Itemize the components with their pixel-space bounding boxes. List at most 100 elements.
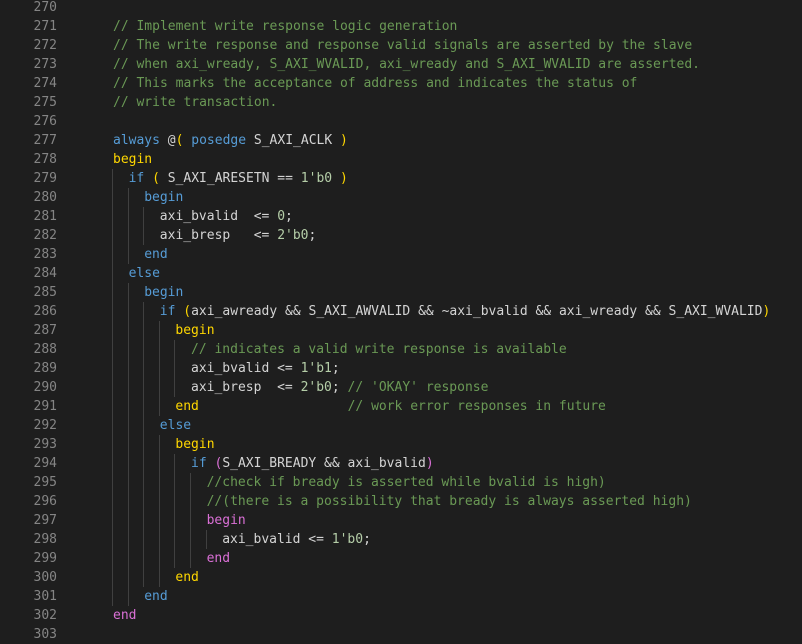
- line-number: 300: [33, 570, 57, 585]
- code-line[interactable]: 299 end: [0, 549, 802, 568]
- line-number: 297: [33, 513, 57, 528]
- code-text: end: [207, 549, 230, 568]
- code-token: S_AXI_ACLK: [246, 133, 340, 148]
- code-token: 1'b0: [300, 171, 333, 186]
- code-line[interactable]: 294 if (S_AXI_BREADY && axi_bvalid): [0, 454, 802, 473]
- code-line[interactable]: 281 axi_bvalid <= 0;: [0, 207, 802, 226]
- code-line[interactable]: 286 if (axi_awready && S_AXI_AWVALID && ~…: [0, 302, 802, 321]
- code-line[interactable]: 293 begin: [0, 435, 802, 454]
- code-line[interactable]: 274 // This marks the acceptance of addre…: [0, 74, 802, 93]
- code-text: end: [144, 587, 167, 606]
- code-line[interactable]: 277 always @( posedge S_AXI_ACLK ): [0, 131, 802, 150]
- code-token: if: [128, 171, 145, 186]
- code-text: begin: [144, 188, 183, 207]
- code-line[interactable]: 303: [0, 625, 802, 644]
- code-line[interactable]: 284 else: [0, 264, 802, 283]
- code-line[interactable]: 270: [0, 0, 802, 17]
- code-token: end: [144, 589, 168, 604]
- line-number: 274: [33, 76, 57, 91]
- code-line[interactable]: 273 // when axi_wready, S_AXI_WVALID, axi…: [0, 55, 802, 74]
- code-token: end: [175, 399, 199, 414]
- code-token: begin: [144, 285, 184, 300]
- code-line[interactable]: 278 begin: [0, 150, 802, 169]
- code-text: end // work error responses in future: [175, 397, 605, 416]
- line-number: 275: [33, 95, 57, 110]
- code-line[interactable]: 295 //check if bready is asserted while b…: [0, 473, 802, 492]
- code-line[interactable]: 298 axi_bvalid <= 1'b0;: [0, 530, 802, 549]
- line-number: 290: [33, 380, 57, 395]
- code-token: if: [159, 304, 176, 319]
- code-token: begin: [113, 152, 153, 167]
- line-number: 293: [33, 437, 57, 452]
- line-number: 277: [33, 133, 57, 148]
- code-editor[interactable]: 270 271 // Implement write response logic …: [0, 0, 802, 642]
- line-number: 302: [33, 608, 57, 623]
- code-line[interactable]: 287 begin: [0, 321, 802, 340]
- line-number: 281: [33, 209, 57, 224]
- code-text: // indicates a valid write response is a…: [191, 340, 567, 359]
- code-token: else: [159, 418, 192, 433]
- code-text: else: [129, 264, 160, 283]
- line-number: 284: [33, 266, 57, 281]
- code-token: end: [175, 570, 199, 585]
- code-token: ): [339, 171, 348, 186]
- code-line[interactable]: 275 // write transaction.: [0, 93, 802, 112]
- code-text: begin: [207, 511, 246, 530]
- code-text: if (axi_awready && S_AXI_AWVALID && ~axi…: [160, 302, 771, 321]
- line-number: 271: [33, 19, 57, 34]
- code-token: // This marks the acceptance of address …: [113, 76, 638, 91]
- code-text: //check if bready is asserted while bval…: [207, 473, 606, 492]
- code-token: 2'b0: [277, 228, 309, 243]
- code-text: end: [144, 245, 167, 264]
- line-number: 273: [33, 57, 57, 72]
- code-token: end: [206, 551, 231, 566]
- code-text: begin: [144, 283, 183, 302]
- code-line[interactable]: 297 begin: [0, 511, 802, 530]
- code-token: S_AXI_BREADY && axi_bvalid: [222, 456, 426, 471]
- code-token: begin: [175, 437, 215, 452]
- code-line[interactable]: 289 axi_bvalid <= 1'b1;: [0, 359, 802, 378]
- code-token: axi_bresp <=: [159, 228, 278, 243]
- code-line[interactable]: 300 end: [0, 568, 802, 587]
- line-number: 299: [33, 551, 57, 566]
- code-text: //(there is a possibility that bready is…: [207, 492, 692, 511]
- code-token: // 'OKAY' response: [347, 380, 489, 395]
- line-number: 283: [33, 247, 57, 262]
- code-token: // when axi_wready, S_AXI_WVALID, axi_wr…: [113, 57, 700, 72]
- code-line[interactable]: 276: [0, 112, 802, 131]
- code-line[interactable]: 290 axi_bresp <= 2'b0; // 'OKAY' response: [0, 378, 802, 397]
- code-text: axi_bvalid <= 1'b0;: [222, 530, 371, 549]
- code-line[interactable]: 285 begin: [0, 283, 802, 302]
- code-line[interactable]: 283 end: [0, 245, 802, 264]
- code-line[interactable]: 291 end // work error responses in future: [0, 397, 802, 416]
- code-line[interactable]: 279 if ( S_AXI_ARESETN == 1'b0 ): [0, 169, 802, 188]
- code-text: // Implement write response logic genera…: [113, 17, 457, 36]
- code-line[interactable]: 272 // The write response and response va…: [0, 36, 802, 55]
- line-number: 289: [33, 361, 57, 376]
- line-number: 303: [33, 627, 57, 642]
- code-line[interactable]: 282 axi_bresp <= 2'b0;: [0, 226, 802, 245]
- line-number: 295: [33, 475, 57, 490]
- line-number: 294: [33, 456, 57, 471]
- code-text: end: [175, 568, 198, 587]
- code-text: end: [113, 606, 136, 625]
- code-token: axi_bvalid <=: [191, 361, 301, 376]
- code-line[interactable]: 292 else: [0, 416, 802, 435]
- code-token: end: [113, 608, 137, 623]
- code-line[interactable]: 296 //(there is a possibility that bready…: [0, 492, 802, 511]
- code-line[interactable]: 301 end: [0, 587, 802, 606]
- line-number: 280: [33, 190, 57, 205]
- code-line[interactable]: 271 // Implement write response logic gen…: [0, 17, 802, 36]
- code-token: // write transaction.: [113, 95, 278, 110]
- code-line[interactable]: 302 end: [0, 606, 802, 625]
- code-token: always: [113, 133, 160, 148]
- code-line[interactable]: 288 // indicates a valid write response i…: [0, 340, 802, 359]
- code-token: ): [425, 456, 434, 471]
- line-number: 291: [33, 399, 57, 414]
- code-text: if ( S_AXI_ARESETN == 1'b0 ): [129, 169, 348, 188]
- line-number: 279: [33, 171, 57, 186]
- code-line[interactable]: 280 begin: [0, 188, 802, 207]
